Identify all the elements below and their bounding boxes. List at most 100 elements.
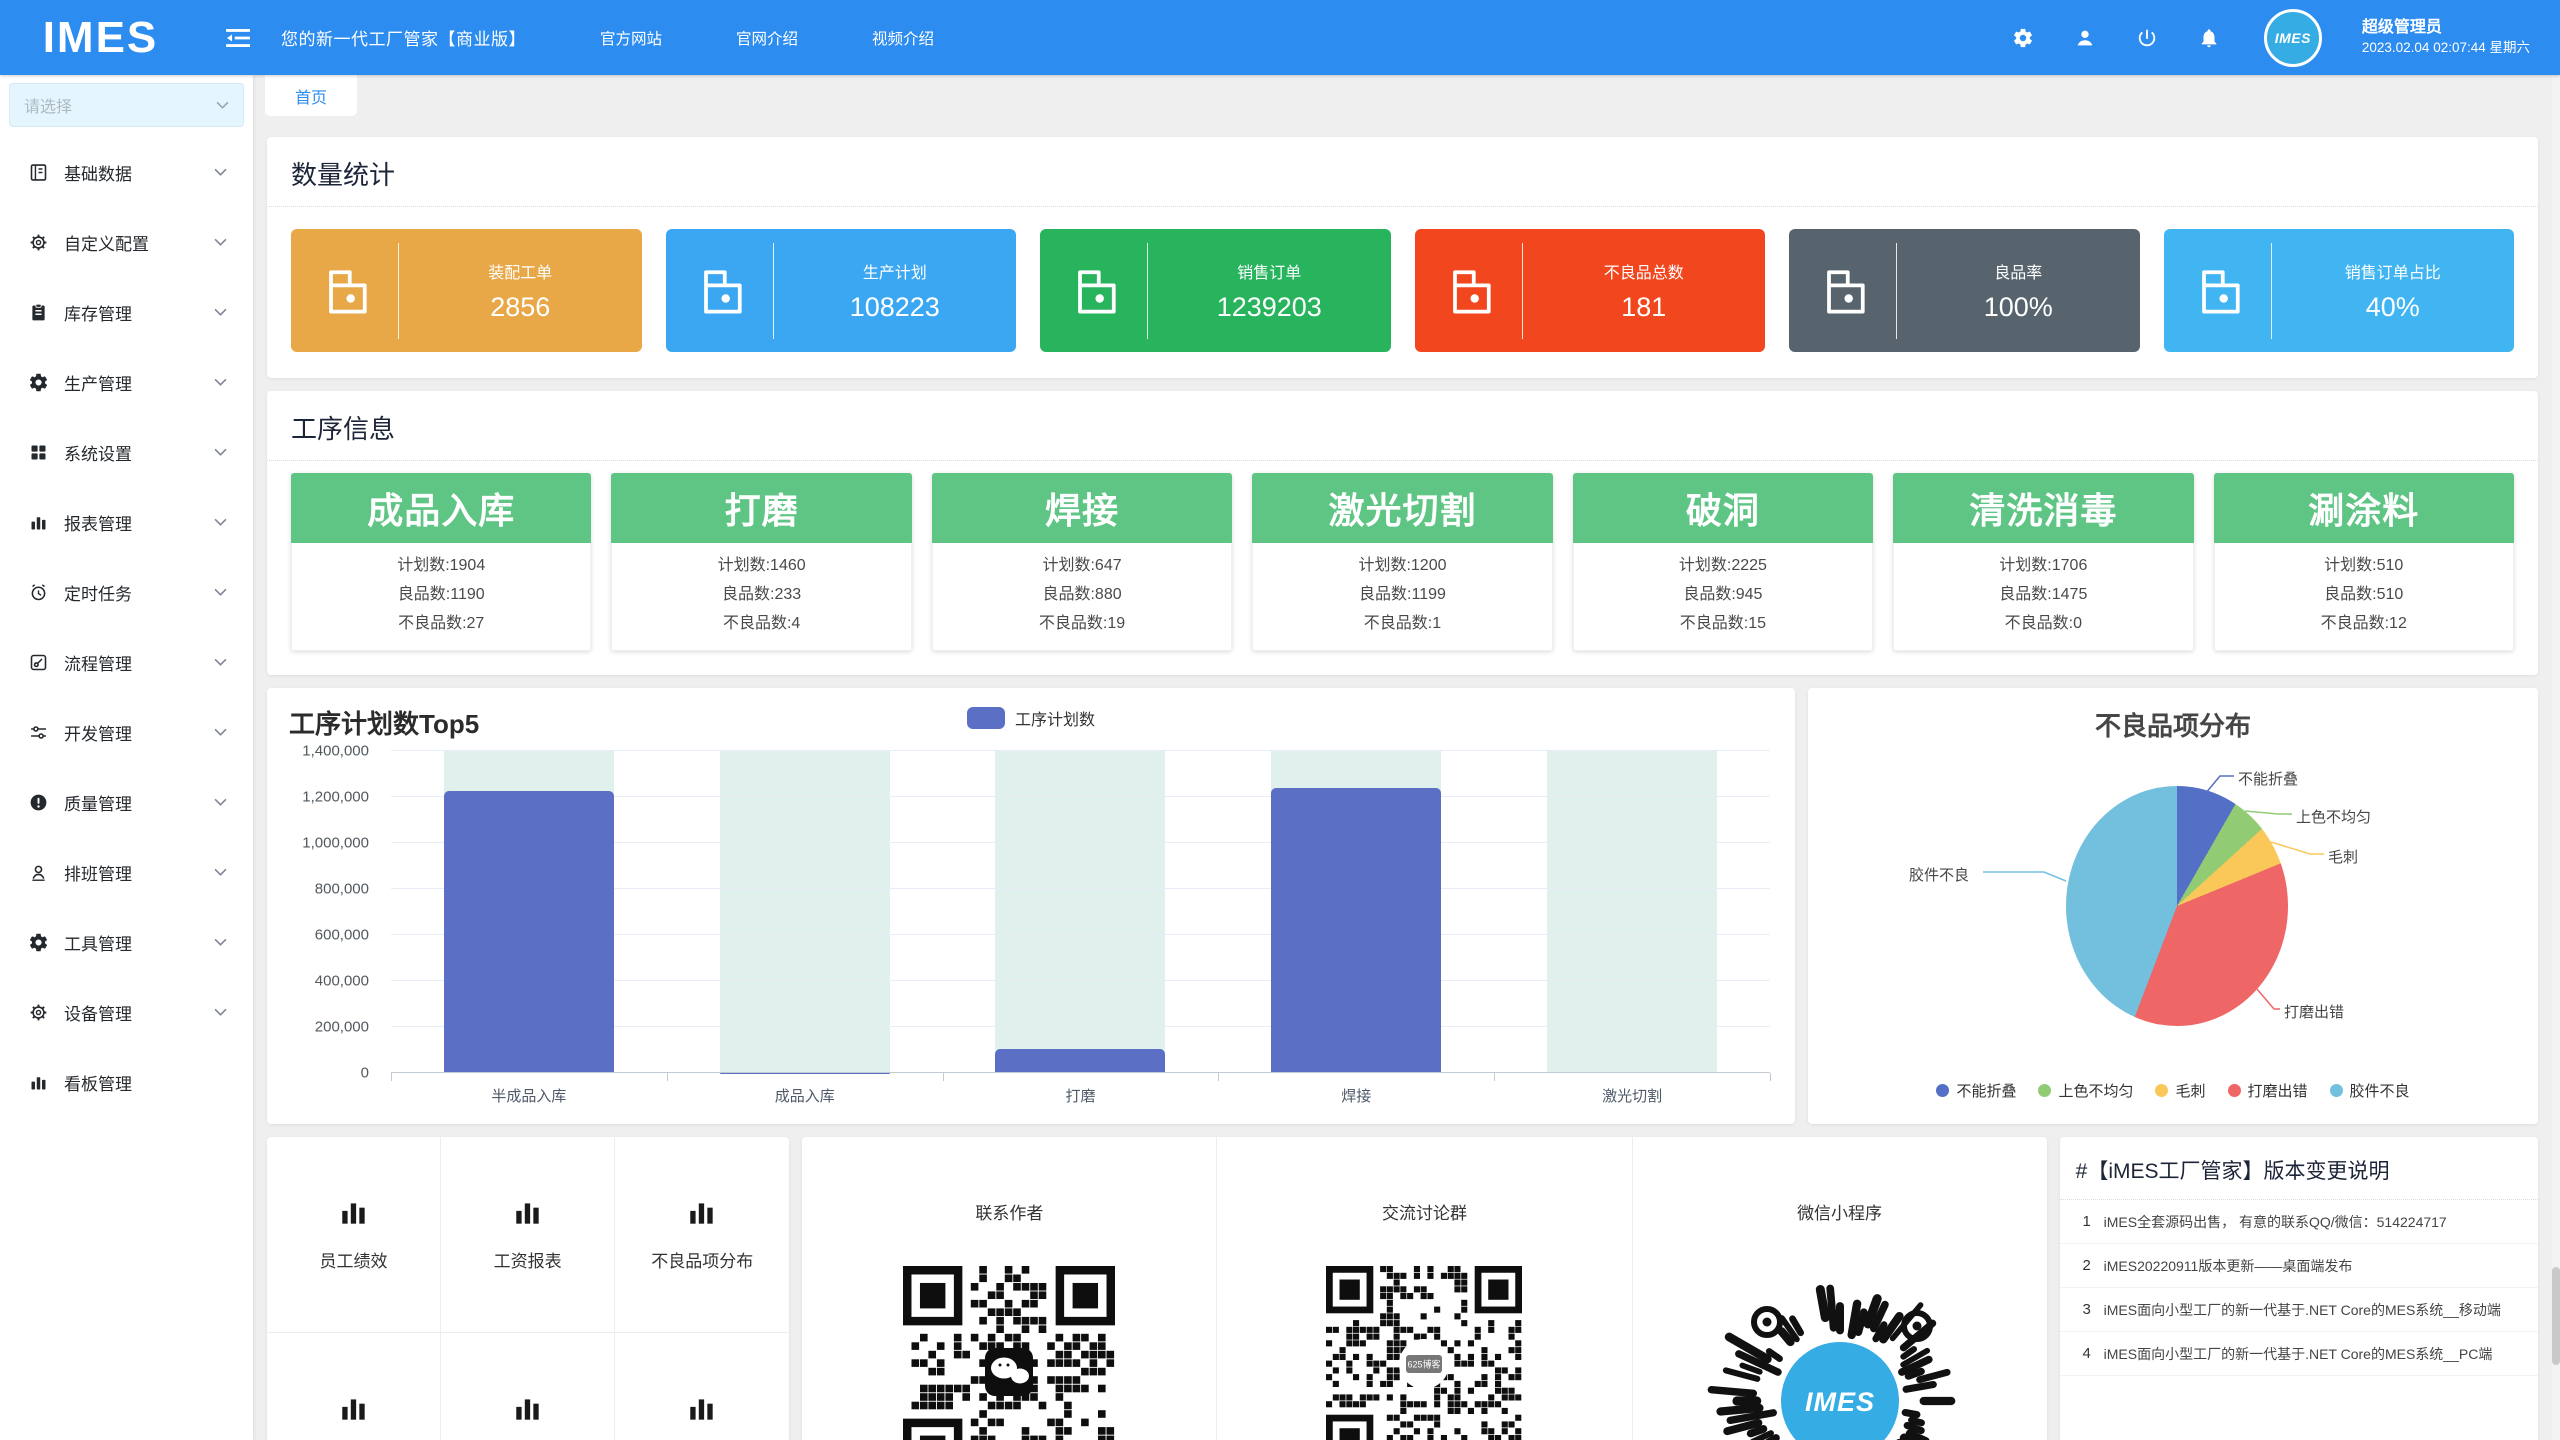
y-tick: 1,200,000 bbox=[302, 789, 369, 806]
main-content: 数量统计 装配工单2856 生产计划108223 销售订单1239203 bbox=[253, 123, 2552, 1440]
stat-card-sales-orders[interactable]: 销售订单1239203 bbox=[1040, 229, 1391, 352]
report-label: 工资报表 bbox=[494, 1247, 562, 1272]
changelog-row[interactable]: 4 iMES面向小型工厂的新一代基于.NET Core的MES系统__PC端 bbox=[2060, 1332, 2538, 1376]
process-name: 破洞 bbox=[1573, 473, 1873, 543]
bar-chart-icon bbox=[28, 1072, 49, 1093]
process-card[interactable]: 涮涂料 计划数:510良品数:510不良品数:12 bbox=[2214, 473, 2514, 651]
nav-official-site[interactable]: 官方网站 bbox=[600, 27, 662, 49]
stat-card-assembly-orders[interactable]: 装配工单2856 bbox=[291, 229, 642, 352]
wechat-miniprogram-code: IMES S bbox=[1705, 1266, 1975, 1440]
process-card[interactable]: 清洗消毒 计划数:1706良品数:1475不良品数:0 bbox=[1893, 473, 2193, 651]
report-defect-summary[interactable]: 不良品项汇总 bbox=[267, 1333, 441, 1440]
pie-legend-item[interactable]: 打磨出错 bbox=[2228, 1080, 2308, 1101]
process-good: 良品数:1199 bbox=[1253, 580, 1551, 609]
sidebar-item-scheduled-tasks[interactable]: 定时任务 bbox=[0, 557, 253, 627]
menu-toggle-icon[interactable] bbox=[225, 28, 251, 48]
sidebar-item-workflow[interactable]: 流程管理 bbox=[0, 627, 253, 697]
sidebar: 请选择 基础数据 自定义配置 库存管理 生产管理 bbox=[0, 75, 253, 1440]
bell-icon[interactable] bbox=[2198, 27, 2220, 49]
process-plan: 计划数:2225 bbox=[1574, 551, 1872, 580]
stat-card-defects-total[interactable]: 不良品总数181 bbox=[1415, 229, 1766, 352]
sidebar-item-inventory[interactable]: 库存管理 bbox=[0, 277, 253, 347]
report-label: 不良品项分布 bbox=[651, 1247, 753, 1272]
chevron-down-icon bbox=[216, 101, 229, 109]
avatar[interactable]: IMES bbox=[2264, 9, 2322, 67]
x-tick: 焊接 bbox=[1218, 1085, 1494, 1106]
y-tick: 1,000,000 bbox=[302, 835, 369, 852]
report-employee-performance[interactable]: 员工绩效 bbox=[267, 1137, 441, 1333]
sidebar-item-label: 设备管理 bbox=[64, 1000, 214, 1025]
sidebar-item-kanban[interactable]: 看板管理 bbox=[0, 1047, 253, 1117]
bar-chart-icon bbox=[512, 1197, 544, 1229]
page-scrollbar-thumb[interactable] bbox=[2552, 1267, 2560, 1365]
sidebar-item-equipment[interactable]: 设备管理 bbox=[0, 977, 253, 1047]
sidebar-item-custom-config[interactable]: 自定义配置 bbox=[0, 207, 253, 277]
sidebar-item-quality[interactable]: 质量管理 bbox=[0, 767, 253, 837]
folder-icon bbox=[2189, 261, 2249, 321]
report-defect-distribution[interactable]: 不良品项分布 bbox=[615, 1137, 789, 1333]
app-logo: IMES bbox=[18, 13, 183, 63]
sidebar-item-system-settings[interactable]: 系统设置 bbox=[0, 417, 253, 487]
process-name: 涮涂料 bbox=[2214, 473, 2514, 543]
nav-site-intro[interactable]: 官网介绍 bbox=[736, 27, 798, 49]
changelog-row[interactable]: 3 iMES面向小型工厂的新一代基于.NET Core的MES系统__移动端 bbox=[2060, 1288, 2538, 1332]
report-output-stats[interactable]: 产量统计 bbox=[615, 1333, 789, 1440]
y-tick: 1,400,000 bbox=[302, 743, 369, 760]
power-icon[interactable] bbox=[2136, 27, 2158, 49]
sidebar-item-label: 质量管理 bbox=[64, 790, 214, 815]
user-role: 超级管理员 bbox=[2362, 17, 2530, 39]
sidebar-item-basic-data[interactable]: 基础数据 bbox=[0, 137, 253, 207]
user-icon[interactable] bbox=[2074, 27, 2096, 49]
section-title-stats: 数量统计 bbox=[267, 137, 2538, 207]
sidebar-item-production[interactable]: 生产管理 bbox=[0, 347, 253, 417]
process-bad: 不良品数:0 bbox=[1894, 609, 2192, 638]
stat-label: 销售订单占比 bbox=[2272, 259, 2515, 283]
bar-chart-legend[interactable]: 工序计划数 bbox=[267, 706, 1795, 730]
gear-outline-icon bbox=[28, 232, 49, 253]
process-name: 激光切割 bbox=[1252, 473, 1552, 543]
gear-outline-icon bbox=[28, 1002, 49, 1023]
sidebar-item-tools[interactable]: 工具管理 bbox=[0, 907, 253, 977]
row-number: 3 bbox=[2070, 1301, 2104, 1318]
nav-video-intro[interactable]: 视频介绍 bbox=[872, 27, 934, 49]
report-production[interactable]: 生产报表 bbox=[441, 1333, 615, 1440]
sidebar-select[interactable]: 请选择 bbox=[9, 83, 244, 127]
process-card[interactable]: 打磨 计划数:1460良品数:233不良品数:4 bbox=[611, 473, 911, 651]
report-salary[interactable]: 工资报表 bbox=[441, 1137, 615, 1333]
pie-legend-item[interactable]: 胶件不良 bbox=[2330, 1080, 2410, 1101]
y-tick: 400,000 bbox=[315, 973, 369, 990]
page-scrollbar-track[interactable] bbox=[2552, 75, 2560, 1440]
select-placeholder: 请选择 bbox=[24, 93, 216, 117]
sidebar-item-shift-mgmt[interactable]: 排班管理 bbox=[0, 837, 253, 907]
pie-legend-item[interactable]: 不能折叠 bbox=[1936, 1080, 2016, 1101]
process-plan: 计划数:647 bbox=[933, 551, 1231, 580]
tab-home[interactable]: 首页 bbox=[265, 75, 357, 116]
process-card[interactable]: 破洞 计划数:2225良品数:945不良品数:15 bbox=[1573, 473, 1873, 651]
changelog-row[interactable]: 1 iMES全套源码出售， 有意的联系QQ/微信：514224717 bbox=[2060, 1200, 2538, 1244]
header-bar: IMES 您的新一代工厂管家【商业版】 官方网站 官网介绍 视频介绍 IMES … bbox=[0, 0, 2560, 75]
y-tick: 200,000 bbox=[315, 1019, 369, 1036]
process-bad: 不良品数:15 bbox=[1574, 609, 1872, 638]
changelog-row[interactable]: 2 iMES20220911版本更新——桌面端发布 bbox=[2060, 1244, 2538, 1288]
pie-chart-card: 不良品项分布 不能折叠 上色不均匀 毛刺 打磨出错 胶件不良 不能折叠 上色不均… bbox=[1808, 688, 2538, 1124]
process-plan: 计划数:1904 bbox=[292, 551, 590, 580]
stat-card-production-plans[interactable]: 生产计划108223 bbox=[666, 229, 1017, 352]
process-card[interactable]: 成品入库 计划数:1904良品数:1190不良品数:27 bbox=[291, 473, 591, 651]
sidebar-item-report-mgmt[interactable]: 报表管理 bbox=[0, 487, 253, 557]
stat-card-sales-ratio[interactable]: 销售订单占比40% bbox=[2164, 229, 2515, 352]
process-name: 清洗消毒 bbox=[1893, 473, 2193, 543]
pie-legend-item[interactable]: 上色不均匀 bbox=[2038, 1080, 2133, 1101]
alert-icon bbox=[28, 792, 49, 813]
bar-chart-icon bbox=[512, 1393, 544, 1425]
pie-legend-item[interactable]: 毛刺 bbox=[2155, 1080, 2205, 1101]
top-nav: 官方网站 官网介绍 视频介绍 bbox=[600, 27, 934, 49]
app-title: 您的新一代工厂管家【商业版】 bbox=[281, 25, 526, 50]
sidebar-item-label: 开发管理 bbox=[64, 720, 214, 745]
chevron-down-icon bbox=[214, 588, 227, 596]
sidebar-item-dev-mgmt[interactable]: 开发管理 bbox=[0, 697, 253, 767]
process-good: 良品数:510 bbox=[2215, 580, 2513, 609]
gear-icon[interactable] bbox=[2012, 27, 2034, 49]
process-card[interactable]: 激光切割 计划数:1200良品数:1199不良品数:1 bbox=[1252, 473, 1552, 651]
process-card[interactable]: 焊接 计划数:647良品数:880不良品数:19 bbox=[932, 473, 1232, 651]
stat-card-yield-rate[interactable]: 良品率100% bbox=[1789, 229, 2140, 352]
